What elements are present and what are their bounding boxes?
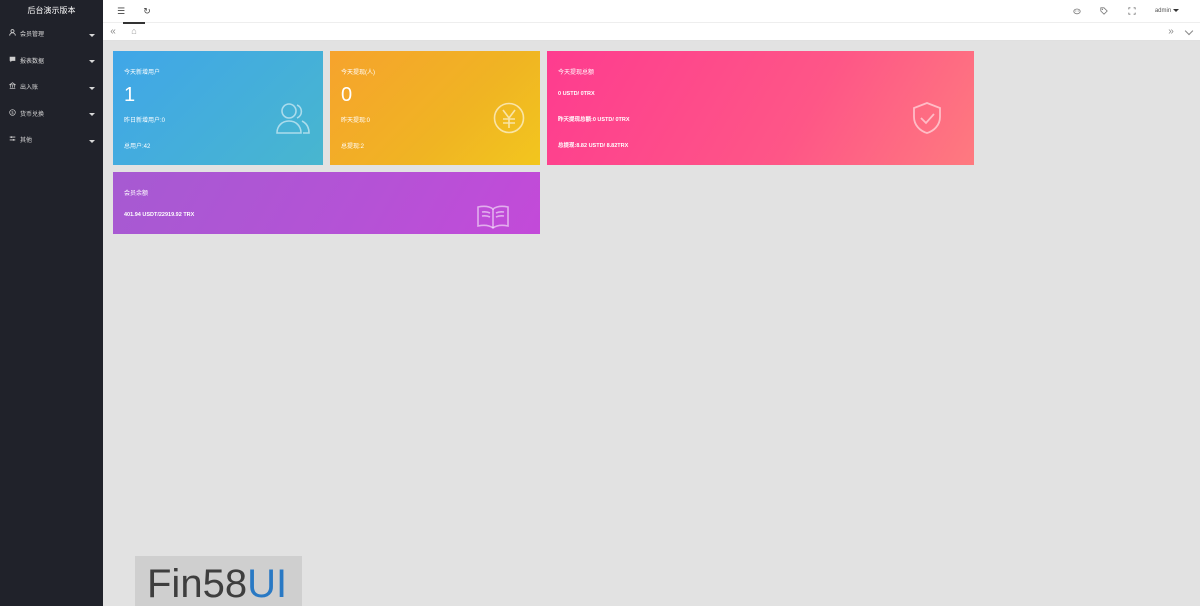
card-withdraw: 今天提现(人) 0 昨天提现:0 总提现:2 bbox=[330, 51, 540, 165]
username: admin bbox=[1154, 8, 1172, 14]
user-menu[interactable]: admin bbox=[1151, 0, 1183, 22]
card-line: 0 USTD/ 0TRX bbox=[558, 91, 595, 97]
chevron-down-icon bbox=[89, 60, 95, 63]
chevron-down-icon bbox=[89, 86, 95, 90]
card-title: 今天提现(人) bbox=[341, 70, 375, 76]
book-icon bbox=[476, 204, 510, 234]
shield-check-icon bbox=[912, 101, 942, 140]
user-icon bbox=[8, 22, 16, 49]
dollar-icon: $ bbox=[8, 102, 16, 129]
tab-bar: « ⌂ » bbox=[103, 22, 1200, 41]
sidebar-item-exchange[interactable]: $ 货币兑换 bbox=[0, 102, 103, 129]
fullscreen-icon[interactable] bbox=[1126, 0, 1138, 22]
menu-toggle-icon[interactable]: ☰ bbox=[115, 0, 127, 22]
tab-scroll-left-icon[interactable]: « bbox=[107, 23, 119, 41]
sidebar-item-label: 报表数据 bbox=[20, 58, 45, 65]
card-line: 总提现:2 bbox=[341, 144, 365, 150]
card-title: 今天新增用户 bbox=[124, 70, 161, 76]
sidebar-item-accounting[interactable]: 出入账 bbox=[0, 75, 103, 102]
users-icon bbox=[275, 101, 311, 140]
tab-home[interactable]: ⌂ bbox=[123, 22, 145, 40]
chevron-down-icon bbox=[1173, 8, 1180, 12]
settings-icon bbox=[8, 128, 16, 155]
chevron-down-icon bbox=[89, 113, 95, 116]
top-header: ☰ ↻ admin bbox=[103, 0, 1200, 22]
sidebar-item-label: 出入账 bbox=[20, 85, 39, 91]
tab-scroll-right-icon[interactable]: » bbox=[1165, 23, 1177, 41]
chat-icon bbox=[8, 49, 16, 76]
svg-text:$: $ bbox=[11, 110, 14, 115]
sidebar-item-member[interactable]: 会员管理 bbox=[0, 22, 103, 49]
card-value: 0 bbox=[341, 84, 353, 106]
sidebar-item-label: 会员管理 bbox=[20, 32, 45, 38]
card-title: 今天提现总额 bbox=[558, 70, 595, 76]
tag-icon[interactable] bbox=[1098, 0, 1110, 22]
sidebar-item-label: 其他 bbox=[20, 138, 33, 144]
watermark-logo: Fin58UI bbox=[135, 556, 302, 606]
card-line: 昨天提现总额:0 USTD/ 0TRX bbox=[558, 117, 630, 123]
card-line: 401.94 USDT/22919.92 TRX bbox=[124, 212, 195, 218]
card-line: 总提现:8.82 USTD/ 8.82TRX bbox=[558, 143, 629, 149]
sidebar-item-other[interactable]: 其他 bbox=[0, 128, 103, 155]
app-title: 后台演示版本 bbox=[27, 6, 76, 15]
refresh-icon[interactable]: ↻ bbox=[141, 0, 153, 22]
sidebar: 后台演示版本 会员管理 报表数据 出入账 $ 货币兑换 其他 bbox=[0, 0, 103, 606]
card-new-users: 今天新增用户 1 昨日新增用户:0 总用户:42 bbox=[113, 51, 323, 165]
tab-options-icon[interactable] bbox=[1183, 23, 1195, 41]
card-line: 昨天提现:0 bbox=[341, 118, 371, 124]
chevron-down-icon bbox=[89, 33, 95, 37]
card-withdraw-total: 今天提现总额 0 USTD/ 0TRX 昨天提现总额:0 USTD/ 0TRX … bbox=[547, 51, 974, 165]
card-title: 会员余额 bbox=[124, 191, 149, 197]
chevron-down-icon bbox=[89, 139, 95, 143]
card-line: 昨日新增用户:0 bbox=[124, 118, 166, 124]
card-line: 总用户:42 bbox=[124, 144, 151, 150]
sidebar-item-label: 货币兑换 bbox=[20, 111, 45, 118]
card-value: 1 bbox=[124, 84, 136, 106]
yen-icon bbox=[493, 102, 525, 139]
theme-icon[interactable] bbox=[1071, 0, 1083, 22]
card-member-balance: 会员余额 401.94 USDT/22919.92 TRX bbox=[113, 172, 540, 234]
sidebar-item-report[interactable]: 报表数据 bbox=[0, 49, 103, 76]
bank-icon bbox=[8, 75, 16, 102]
